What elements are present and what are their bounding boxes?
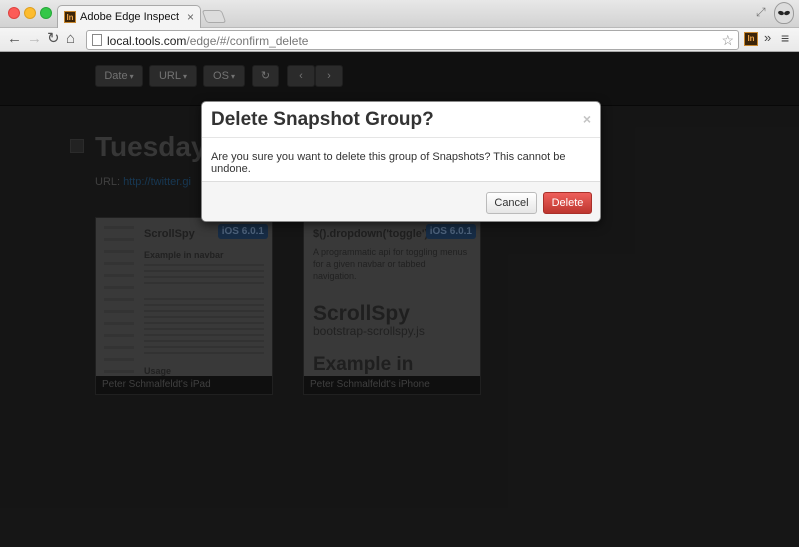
browser-toolbar: ← → ↻ ⌂ local.tools.com/edge/#/confirm_d…	[0, 28, 799, 52]
delete-button[interactable]: Delete	[543, 192, 592, 214]
modal-footer: Cancel Delete	[202, 181, 600, 221]
new-tab-button[interactable]	[201, 10, 227, 23]
fullscreen-icon[interactable]: ⤢	[756, 5, 766, 20]
modal-title: Delete Snapshot Group?	[211, 109, 434, 130]
more-extensions-icon[interactable]: »	[764, 30, 771, 45]
page-icon	[92, 34, 102, 46]
delete-confirm-dialog: Delete Snapshot Group? × Are you sure yo…	[201, 101, 601, 222]
bookmark-star-icon[interactable]: ☆	[721, 32, 734, 49]
modal-header: Delete Snapshot Group? ×	[202, 102, 600, 138]
window-zoom-button[interactable]	[40, 7, 52, 19]
reload-icon[interactable]: ↻	[47, 30, 60, 48]
tab-title: Adobe Edge Inspect – Snapshots	[80, 11, 180, 23]
forward-icon[interactable]: →	[27, 30, 42, 48]
browser-titlebar: In Adobe Edge Inspect – Snapshots × ⤢	[0, 0, 799, 28]
url-text: local.tools.com/edge/#/confirm_delete	[107, 34, 308, 48]
modal-message: Are you sure you want to delete this gro…	[211, 151, 566, 175]
url-path: /edge/#/confirm_delete	[186, 34, 309, 48]
cancel-button[interactable]: Cancel	[486, 192, 537, 214]
incognito-alien-icon	[774, 2, 794, 24]
address-bar[interactable]: local.tools.com/edge/#/confirm_delete ☆	[86, 30, 739, 50]
close-icon[interactable]: ×	[583, 111, 591, 127]
window-minimize-button[interactable]	[24, 7, 36, 19]
edge-inspect-favicon-icon: In	[64, 11, 76, 23]
back-icon[interactable]: ←	[7, 30, 22, 48]
home-icon[interactable]: ⌂	[66, 30, 75, 48]
tab-close-icon[interactable]: ×	[187, 10, 194, 24]
browser-tab[interactable]: In Adobe Edge Inspect – Snapshots ×	[57, 5, 201, 28]
url-host: local.tools.com	[107, 34, 187, 48]
window-close-button[interactable]	[8, 7, 20, 19]
edge-inspect-extension-icon[interactable]: In	[744, 32, 758, 46]
browser-menu-icon[interactable]: ≡	[781, 30, 789, 46]
